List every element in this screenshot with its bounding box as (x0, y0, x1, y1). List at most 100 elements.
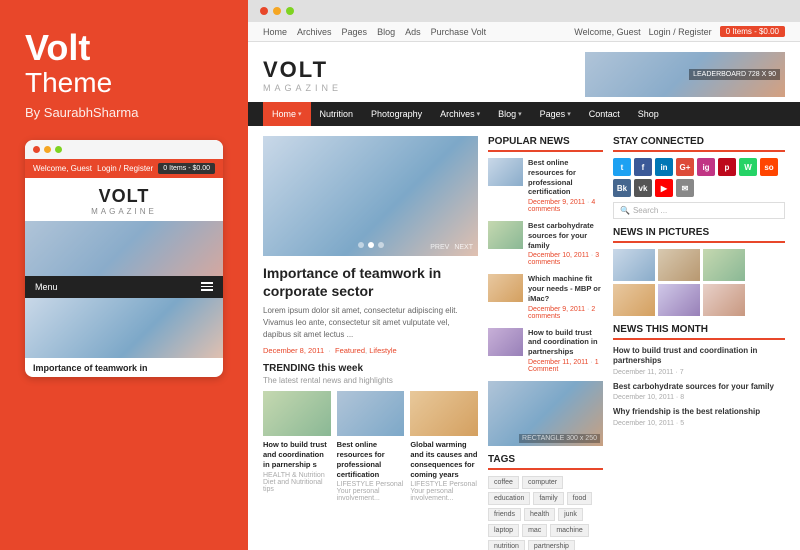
app-icon[interactable]: vk (634, 179, 652, 197)
pinterest-icon[interactable]: p (718, 158, 736, 176)
trending-title-3[interactable]: Global warming and its causes and conseq… (410, 440, 478, 479)
main-nav-shop[interactable]: Shop (629, 102, 668, 126)
news-pic-5[interactable] (658, 284, 700, 316)
tags-section: TAGS coffee computer education family fo… (488, 454, 603, 550)
soundcloud-icon[interactable]: so (760, 158, 778, 176)
whatsapp-icon[interactable]: W (739, 158, 757, 176)
month-comments-2: 8 (680, 394, 684, 401)
right-panel: Home Archives Pages Blog Ads Purchase Vo… (248, 0, 800, 550)
tag-coffee[interactable]: coffee (488, 476, 519, 489)
trending-cat-3: LIFESTYLE Personal (410, 481, 478, 488)
website-preview: Home Archives Pages Blog Ads Purchase Vo… (248, 22, 800, 550)
popular-item-1: Best online resources for professional c… (488, 158, 603, 213)
popular-thumb-4 (488, 328, 523, 356)
cart-button[interactable]: 0 Items - $0.00 (720, 26, 785, 37)
slider-dot-2[interactable] (368, 242, 374, 248)
mobile-login[interactable]: Login / Register (97, 164, 153, 173)
mobile-menu-label[interactable]: Menu (35, 282, 58, 292)
tag-family[interactable]: family (533, 492, 563, 505)
popular-info-2: Best carbohydrate sources for your famil… (528, 221, 603, 266)
tag-junk[interactable]: junk (558, 508, 583, 521)
news-pic-6[interactable] (703, 284, 745, 316)
main-nav-home[interactable]: Home ▾ (263, 102, 311, 126)
vk-icon[interactable]: Bk (613, 179, 631, 197)
social-icons-grid: t f in G+ ig p W so Bk vk ▶ ✉ (613, 158, 785, 197)
left-panel: Volt Theme By SaurabhSharma Welcome, Gue… (0, 0, 248, 550)
tag-health[interactable]: health (524, 508, 555, 521)
popular-date-2: December 10, 2011 (528, 252, 589, 259)
popular-news-title: POPULAR NEWS (488, 136, 603, 152)
main-nav-photography[interactable]: Photography (362, 102, 431, 126)
slider-prev[interactable]: PREV (430, 244, 449, 251)
main-nav-bar: Home ▾ Nutrition Photography Archives ▾ … (248, 102, 800, 126)
month-article-title-3[interactable]: Why friendship is the best relationship (613, 407, 785, 417)
tag-nutrition[interactable]: nutrition (488, 540, 525, 550)
slider-dot-1[interactable] (358, 242, 364, 248)
nav-ads[interactable]: Ads (405, 27, 421, 37)
mobile-cart-button[interactable]: 0 Items - $0.00 (158, 163, 215, 174)
tag-laptop[interactable]: laptop (488, 524, 519, 537)
twitter-icon[interactable]: t (613, 158, 631, 176)
tag-education[interactable]: education (488, 492, 530, 505)
main-nav-pages[interactable]: Pages ▾ (531, 102, 580, 126)
stay-connected-title: STAY CONNECTED (613, 136, 785, 152)
nav-home[interactable]: Home (263, 27, 287, 37)
tag-partnership[interactable]: partnership (528, 540, 575, 550)
googleplus-icon[interactable]: G+ (676, 158, 694, 176)
tag-mac[interactable]: mac (522, 524, 547, 537)
nav-blog[interactable]: Blog (377, 27, 395, 37)
popular-title-2[interactable]: Best carbohydrate sources for your famil… (528, 221, 603, 250)
mobile-hamburger-icon[interactable] (201, 282, 213, 291)
tag-computer[interactable]: computer (522, 476, 563, 489)
main-nav-nutrition[interactable]: Nutrition (311, 102, 363, 126)
slider-next[interactable]: NEXT (454, 244, 473, 251)
tag-friends[interactable]: friends (488, 508, 521, 521)
popular-title-3[interactable]: Which machine fit your needs - MBP or iM… (528, 274, 603, 303)
month-article-title-2[interactable]: Best carbohydrate sources for your famil… (613, 382, 785, 392)
trending-title-1[interactable]: How to build trust and coordination in p… (263, 440, 331, 469)
article-date: December 8, 2011 (263, 346, 324, 355)
facebook-icon[interactable]: f (634, 158, 652, 176)
search-box[interactable]: 🔍 Search ... (613, 202, 785, 219)
rectangle-ad: RECTANGLE 300 x 250 (488, 381, 603, 446)
article-cat-featured[interactable]: Featured (335, 346, 365, 355)
trending-thumb-2 (337, 391, 405, 436)
news-pic-1[interactable] (613, 249, 655, 281)
slider-dot-3[interactable] (378, 242, 384, 248)
trending-title-2[interactable]: Best online resources for professional c… (337, 440, 405, 479)
trending-cat-2: LIFESTYLE Personal (337, 481, 405, 488)
nav-purchase[interactable]: Purchase Volt (431, 27, 487, 37)
hero-image: PREV NEXT (263, 136, 478, 256)
nav-pages[interactable]: Pages (342, 27, 368, 37)
trending-item-1: How to build trust and coordination in p… (263, 391, 331, 502)
month-article-title-1[interactable]: How to build trust and coordination in p… (613, 346, 785, 367)
login-register-link[interactable]: Login / Register (649, 27, 712, 37)
main-nav-blog[interactable]: Blog ▾ (489, 102, 531, 126)
main-nav-contact[interactable]: Contact (580, 102, 629, 126)
popular-date-1: December 9, 2011 (528, 199, 585, 206)
popular-title-1[interactable]: Best online resources for professional c… (528, 158, 603, 197)
article-cat-lifestyle[interactable]: Lifestyle (369, 346, 397, 355)
mobile-article-title: Importance of teamwork in (25, 358, 223, 378)
mobile-logo-subtitle: MAGAZINE (35, 207, 213, 216)
popular-title-4[interactable]: How to build trust and coordination in p… (528, 328, 603, 357)
trending-grid: How to build trust and coordination in p… (263, 391, 478, 502)
instagram-icon[interactable]: ig (697, 158, 715, 176)
linkedin-icon[interactable]: in (655, 158, 673, 176)
site-logo: VOLT MAGAZINE (263, 57, 342, 93)
tag-machine[interactable]: machine (550, 524, 588, 537)
main-nav-archives[interactable]: Archives ▾ (431, 102, 489, 126)
tag-food[interactable]: food (567, 492, 593, 505)
main-article-title[interactable]: Importance of teamwork in corporate sect… (263, 264, 478, 300)
nav-archives[interactable]: Archives (297, 27, 332, 37)
top-nav-right: Welcome, Guest Login / Register 0 Items … (574, 26, 785, 37)
trending-sub-3: Your personal involvement... (410, 488, 478, 502)
news-pic-3[interactable] (703, 249, 745, 281)
news-pic-2[interactable] (658, 249, 700, 281)
youtube-icon[interactable]: ▶ (655, 179, 673, 197)
month-article-meta-3: December 10, 2011 · 5 (613, 420, 785, 427)
email-icon[interactable]: ✉ (676, 179, 694, 197)
news-pic-4[interactable] (613, 284, 655, 316)
popular-meta-2: December 10, 2011 · 3 comments (528, 252, 603, 266)
popular-thumb-2 (488, 221, 523, 249)
